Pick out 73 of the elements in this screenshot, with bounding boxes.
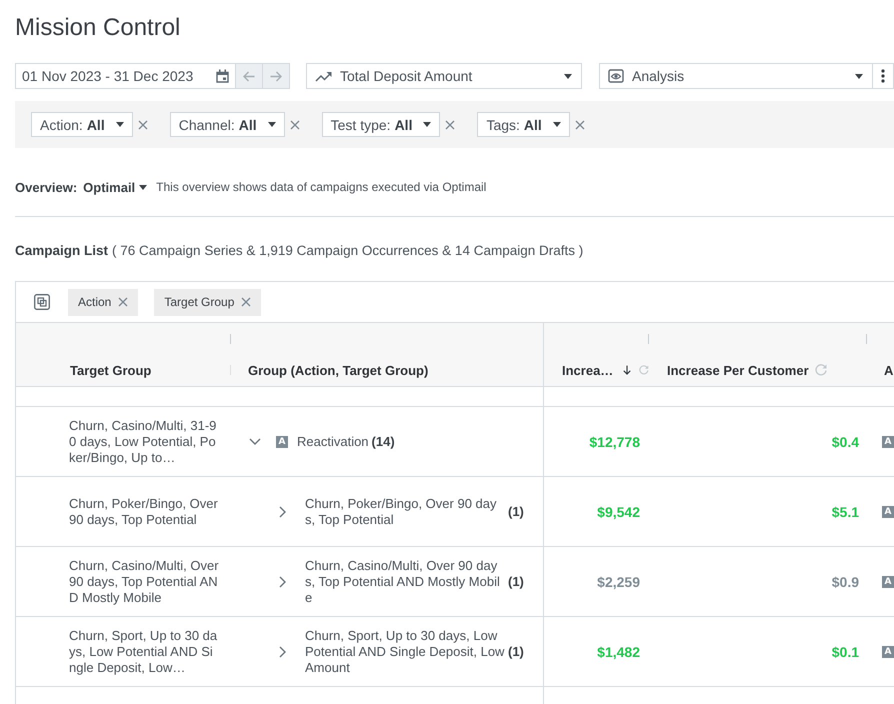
overview-dropdown[interactable]: Optimail xyxy=(83,180,148,194)
date-range-field[interactable]: 01 Nov 2023 - 31 Dec 2023 xyxy=(15,63,236,89)
chevron-down-icon[interactable] xyxy=(249,438,261,446)
close-icon[interactable] xyxy=(290,120,300,130)
table-cell: $1,482 xyxy=(597,644,640,660)
arrow-left-icon xyxy=(243,70,255,82)
group-by-chip[interactable]: Target Group xyxy=(154,288,262,316)
column-header[interactable]: Increa… xyxy=(562,362,614,378)
table-cell: $0.9 xyxy=(832,574,859,590)
column-header[interactable]: Increase Per Customer xyxy=(667,362,809,378)
group-name: Churn, Poker/Bingo, Over 90 days, Top Potential xyxy=(305,496,498,528)
close-icon[interactable] xyxy=(445,120,456,130)
table-cell-text: Churn, Casino/Multi, 31-90 days, Low Potential, Poker/Bingo, Up to… xyxy=(69,418,218,466)
table-cell: Churn, Casino/Multi, Over 90 days, Top Potential AND Mostly Mobile xyxy=(69,558,219,606)
section-title: Campaign List xyxy=(15,242,108,258)
group-name: Churn, Casino/Multi, Over 90 days, Top Potential AND Mostly Mobile xyxy=(305,558,501,606)
action-badge: A xyxy=(882,576,894,588)
previous-button[interactable] xyxy=(236,63,263,89)
group-by-chip[interactable]: Action xyxy=(68,288,138,316)
eye-icon xyxy=(608,69,624,83)
chevron-right-icon[interactable] xyxy=(279,576,287,588)
action-badge: A xyxy=(276,436,288,448)
caret-icon xyxy=(139,184,148,190)
view-dropdown[interactable]: Analysis xyxy=(599,63,873,89)
caret-icon xyxy=(268,122,276,127)
arrow-right-icon xyxy=(270,70,282,82)
table-cell-text: Churn, Sport, Up to 30 days, Low Potential AND Single Deposit, Low… xyxy=(69,628,218,676)
more-button[interactable] xyxy=(873,63,894,89)
trend-line-icon xyxy=(315,70,332,82)
overview-label: Overview: xyxy=(15,180,78,194)
filter-dropdown[interactable]: Tags: All xyxy=(477,112,570,137)
filter-dropdown[interactable]: Action: All xyxy=(31,112,133,137)
campaign-count-summary: ( 76 Campaign Series & 1,919 Campaign Occurrences & 14 Campaign Drafts ) xyxy=(112,242,584,258)
close-icon[interactable] xyxy=(118,297,128,307)
table-cell: Churn, Poker/Bingo, Over 90 days, Top Potential xyxy=(69,496,219,528)
table-cell: $12,778 xyxy=(589,434,640,450)
metric-dropdown[interactable]: Total Deposit Amount xyxy=(306,63,582,89)
column-header[interactable]: Group (Action, Target Group) xyxy=(248,362,428,378)
chevron-right-icon[interactable] xyxy=(279,506,287,518)
chevron-right-icon[interactable] xyxy=(279,646,287,658)
table-cell: $0.1 xyxy=(832,644,859,660)
group-count: (14) xyxy=(372,434,395,450)
more-icon xyxy=(881,69,885,83)
group-name: Churn, Sport, Up to 30 days, Low Potential AND Single Deposit, Low Amount xyxy=(305,628,505,676)
group-count: (1) xyxy=(508,504,524,520)
overview-description: This overview shows data of campaigns executed via Optimail xyxy=(156,180,486,194)
caret-icon xyxy=(423,122,432,127)
overlapping-squares-icon[interactable] xyxy=(34,294,50,310)
column-header[interactable]: Target Group xyxy=(70,362,152,378)
next-button[interactable] xyxy=(263,63,290,89)
group-name: Reactivation xyxy=(297,434,369,450)
calendar-icon[interactable] xyxy=(216,69,229,83)
close-icon[interactable] xyxy=(241,297,252,307)
page-title: Mission Control xyxy=(15,14,182,42)
table-cell: $9,542 xyxy=(597,504,640,520)
action-badge: A xyxy=(882,646,894,658)
caret-icon xyxy=(855,74,863,78)
close-icon[interactable] xyxy=(574,120,585,130)
action-badge: A xyxy=(882,436,894,448)
arrow-down-icon[interactable] xyxy=(623,364,632,376)
column-header[interactable]: A xyxy=(884,362,894,378)
caret-icon xyxy=(564,74,572,78)
action-badge: A xyxy=(882,506,894,518)
table-cell: $5.1 xyxy=(832,504,859,520)
close-icon[interactable] xyxy=(138,120,148,130)
caret-icon xyxy=(552,122,561,127)
filter-dropdown[interactable]: Channel: All xyxy=(170,112,285,137)
group-count: (1) xyxy=(508,644,524,660)
table-cell: $0.4 xyxy=(832,434,859,450)
table-cell: $2,259 xyxy=(597,574,640,590)
group-count: (1) xyxy=(508,574,524,590)
caret-icon xyxy=(116,122,124,127)
filter-dropdown[interactable]: Test type: All xyxy=(322,112,440,137)
